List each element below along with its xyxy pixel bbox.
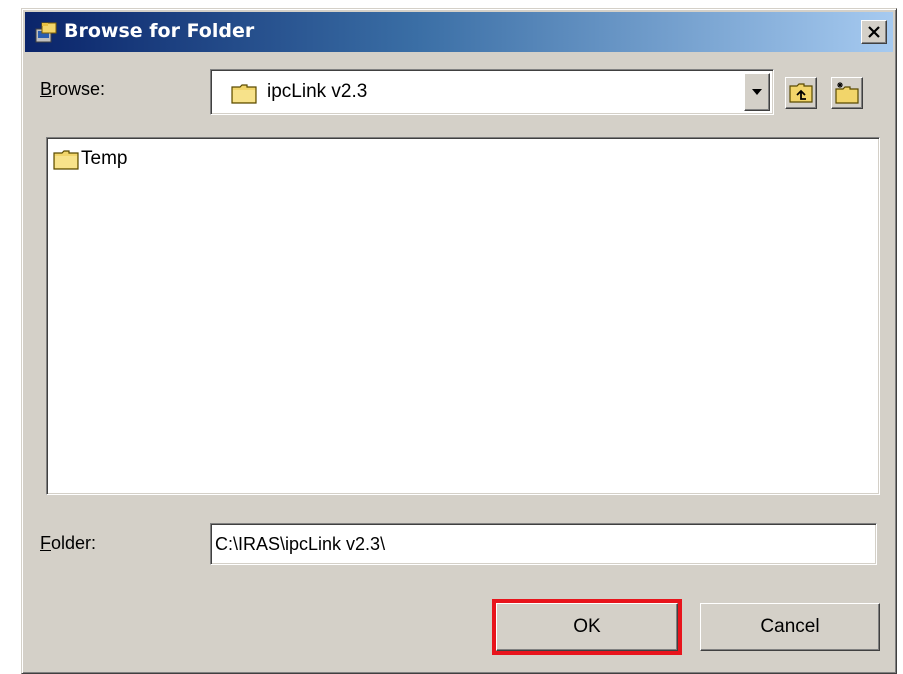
- close-icon: [868, 26, 880, 38]
- dropdown-button[interactable]: [744, 73, 770, 111]
- title-bar[interactable]: Browse for Folder: [25, 12, 893, 52]
- close-button[interactable]: [861, 20, 887, 44]
- folder-path-field[interactable]: C:\IRAS\ipcLink v2.3\: [210, 523, 877, 565]
- list-item[interactable]: Temp: [53, 148, 127, 170]
- browse-folder-icon: [35, 22, 57, 43]
- new-folder-icon: [835, 82, 859, 104]
- folder-label: Folder:: [40, 533, 97, 553]
- folder-up-icon: [789, 83, 813, 103]
- browse-label: Browse:: [40, 79, 106, 99]
- create-new-folder-button[interactable]: [831, 77, 863, 109]
- cancel-button[interactable]: Cancel: [700, 603, 880, 651]
- up-one-level-button[interactable]: [785, 77, 817, 109]
- chevron-down-icon: [752, 89, 762, 95]
- ok-button-highlight: [492, 599, 682, 655]
- browse-location-combobox[interactable]: ipcLink v2.3: [210, 69, 774, 115]
- folder-list-view[interactable]: Temp: [46, 137, 880, 495]
- current-folder-value: ipcLink v2.3: [267, 81, 368, 102]
- folder-icon: [53, 149, 79, 170]
- list-item-label: Temp: [81, 148, 128, 169]
- browse-for-folder-dialog: Browse for Folder Browse: ipcLink v2.3 T…: [21, 8, 897, 674]
- folder-icon: [231, 84, 257, 104]
- window-title: Browse for Folder: [64, 20, 255, 42]
